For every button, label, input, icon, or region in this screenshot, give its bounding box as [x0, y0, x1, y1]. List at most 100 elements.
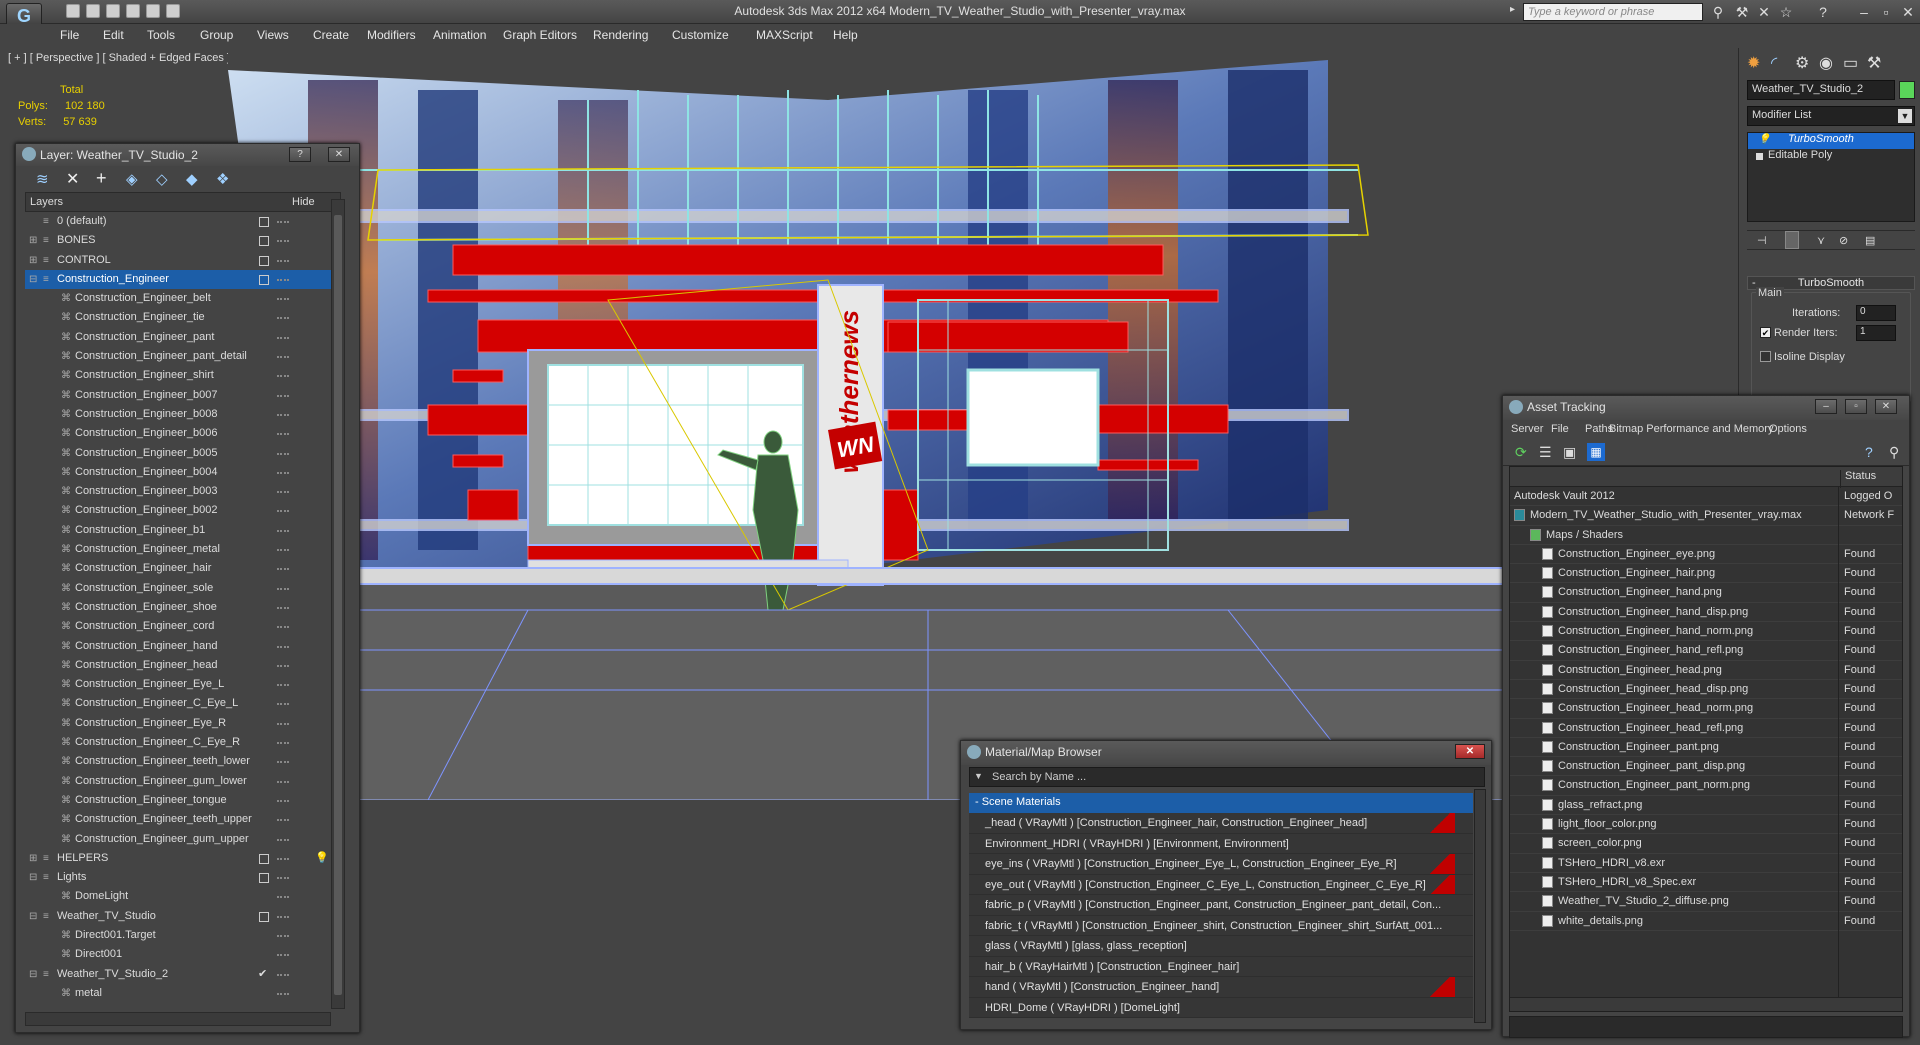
- material-row[interactable]: Environment_HDRI ( VRayHDRI ) [Environme…: [969, 833, 1473, 854]
- render-iters-checkbox[interactable]: ✔: [1760, 327, 1771, 338]
- asset-row[interactable]: Maps / Shaders: [1510, 526, 1902, 545]
- freeze-toggle[interactable]: [277, 433, 289, 436]
- active-layer-check-icon[interactable]: ✔: [258, 965, 267, 984]
- project-folder-icon[interactable]: [166, 4, 180, 18]
- asset-row[interactable]: Construction_Engineer_hair.png Found: [1510, 564, 1902, 584]
- layer-object-row[interactable]: ⌘ Construction_Engineer_tongue: [25, 791, 341, 810]
- freeze-toggle[interactable]: [277, 491, 289, 494]
- menu-tools[interactable]: Tools: [147, 28, 175, 42]
- asset-row[interactable]: Construction_Engineer_head_norm.png Found: [1510, 699, 1902, 719]
- freeze-toggle[interactable]: [277, 336, 289, 339]
- menu-help[interactable]: Help: [833, 28, 858, 42]
- layer-object-row[interactable]: ⌘ metal: [25, 984, 341, 1003]
- layer-object-row[interactable]: ⌘ Construction_Engineer_gum_lower: [25, 772, 341, 791]
- object-name-field[interactable]: Weather_TV_Studio_2: [1747, 80, 1895, 100]
- material-row[interactable]: eye_out ( VRayMtl ) [Construction_Engine…: [969, 874, 1473, 895]
- close-icon[interactable]: ✕: [1875, 399, 1897, 414]
- layer-object-row[interactable]: ⌘ Construction_Engineer_pant: [25, 328, 341, 347]
- layer-object-row[interactable]: ⌘ Construction_Engineer_C_Eye_L: [25, 694, 341, 713]
- menu-rendering[interactable]: Rendering: [593, 28, 648, 42]
- redo-icon[interactable]: [146, 4, 160, 18]
- freeze-toggle[interactable]: [277, 510, 289, 513]
- asset-row[interactable]: Autodesk Vault 2012 Logged O: [1510, 487, 1902, 507]
- freeze-toggle[interactable]: [277, 452, 289, 455]
- favorites-star-icon[interactable]: ☆: [1778, 4, 1794, 20]
- layer-object-row[interactable]: ⌘ Construction_Engineer_b003: [25, 482, 341, 501]
- material-list-vscrollbar[interactable]: [1474, 789, 1486, 1023]
- chevron-down-icon[interactable]: ▼: [1898, 109, 1912, 123]
- close-icon[interactable]: ✕: [1900, 4, 1916, 20]
- freeze-toggle[interactable]: [277, 799, 289, 802]
- freeze-toggle[interactable]: [277, 838, 289, 841]
- collapse-icon[interactable]: ⊟: [29, 907, 37, 926]
- asset-path-field[interactable]: [1509, 1016, 1903, 1038]
- search-input[interactable]: Type a keyword or phrase: [1523, 3, 1703, 21]
- asset-row[interactable]: TSHero_HDRI_v8.exr Found: [1510, 854, 1902, 873]
- layer-row[interactable]: ⊟ ≡ Lights: [25, 868, 341, 887]
- layer-object-row[interactable]: ⌘ Construction_Engineer_b008: [25, 405, 341, 424]
- table-view-icon[interactable]: ▦: [1587, 443, 1605, 461]
- minimize-icon[interactable]: –: [1856, 4, 1872, 20]
- hide-toggle[interactable]: [259, 217, 269, 227]
- asset-row[interactable]: Construction_Engineer_hand_refl.png Found: [1510, 641, 1902, 661]
- asset-list-hscrollbar[interactable]: [1510, 997, 1902, 1011]
- new-file-icon[interactable]: [66, 4, 80, 18]
- material-row[interactable]: eye_ins ( VRayMtl ) [Construction_Engine…: [969, 854, 1473, 875]
- expand-icon[interactable]: ⊞: [29, 251, 37, 270]
- asset-row[interactable]: TSHero_HDRI_v8_Spec.exr Found: [1510, 873, 1902, 893]
- freeze-toggle[interactable]: [277, 722, 289, 725]
- freeze-toggle[interactable]: [277, 549, 289, 552]
- layer-object-row[interactable]: ⌘ Construction_Engineer_sole: [25, 579, 341, 598]
- search-options-chevron-icon[interactable]: ▼: [974, 771, 983, 781]
- material-browser-close-button[interactable]: ✕: [1455, 744, 1485, 759]
- material-row[interactable]: fabric_t ( VRayMtl ) [Construction_Engin…: [969, 915, 1473, 936]
- asset-row[interactable]: light_floor_color.png Found: [1510, 815, 1902, 835]
- layer-object-row[interactable]: ⌘ Construction_Engineer_cord: [25, 617, 341, 636]
- freeze-toggle[interactable]: [277, 568, 289, 571]
- freeze-toggle[interactable]: [277, 298, 289, 301]
- render-iters-spinner[interactable]: 1: [1856, 325, 1896, 341]
- freeze-toggle[interactable]: [277, 934, 289, 937]
- asset-row[interactable]: Modern_TV_Weather_Studio_with_Presenter_…: [1510, 506, 1902, 526]
- freeze-toggle[interactable]: [277, 471, 289, 474]
- layer-object-row[interactable]: ⌘ Construction_Engineer_hand: [25, 637, 341, 656]
- collapse-icon[interactable]: ⊟: [29, 965, 37, 984]
- menu-customize[interactable]: Customize: [672, 28, 729, 42]
- freeze-toggle[interactable]: [277, 356, 289, 359]
- menu-modifiers[interactable]: Modifiers: [367, 28, 416, 42]
- layer-row[interactable]: ⊟ ≡ Weather_TV_Studio_2 ✔: [25, 965, 341, 984]
- menu-file[interactable]: File: [60, 28, 79, 42]
- hide-all-layers-icon[interactable]: ◆: [186, 170, 198, 188]
- freeze-toggle[interactable]: [277, 857, 289, 860]
- asset-row[interactable]: Construction_Engineer_head_disp.png Found: [1510, 680, 1902, 700]
- layer-panel-titlebar[interactable]: Layer: Weather_TV_Studio_2 ? ✕: [16, 144, 359, 166]
- delete-layer-icon[interactable]: ✕: [66, 169, 79, 189]
- asset-menu-server[interactable]: Server: [1511, 423, 1543, 435]
- freeze-toggle[interactable]: [277, 394, 289, 397]
- search-expand-icon[interactable]: ▸: [1510, 4, 1515, 15]
- freeze-all-layers-icon[interactable]: ❖: [216, 170, 229, 188]
- asset-row[interactable]: Construction_Engineer_pant_norm.png Found: [1510, 776, 1902, 796]
- freeze-toggle[interactable]: [277, 645, 289, 648]
- expand-icon[interactable]: ⊞: [29, 231, 37, 250]
- layer-object-row[interactable]: ⌘ Construction_Engineer_Eye_R: [25, 714, 341, 733]
- pin-icon[interactable]: ⚲: [1889, 444, 1899, 461]
- asset-menu-options[interactable]: Options: [1769, 423, 1807, 435]
- stack-item-turbosmooth[interactable]: 💡 TurboSmooth: [1748, 133, 1914, 149]
- material-row[interactable]: _head ( VRayMtl ) [Construction_Engineer…: [969, 813, 1473, 834]
- refresh-icon[interactable]: ⟳: [1515, 444, 1527, 461]
- layer-panel-help-button[interactable]: ?: [289, 147, 311, 162]
- asset-row[interactable]: Construction_Engineer_pant.png Found: [1510, 738, 1902, 758]
- maximize-icon[interactable]: ▫: [1878, 4, 1894, 20]
- asset-row[interactable]: Construction_Engineer_eye.png Found: [1510, 545, 1902, 565]
- asset-tracking-titlebar[interactable]: Asset Tracking – ▫ ✕: [1503, 396, 1909, 420]
- asset-row[interactable]: Construction_Engineer_hand_disp.png Found: [1510, 603, 1902, 623]
- layer-object-row[interactable]: ⌘ Construction_Engineer_b007: [25, 386, 341, 405]
- layer-list-scroll-thumb[interactable]: [334, 215, 342, 995]
- modifier-list-dropdown[interactable]: Modifier List ▼: [1747, 106, 1915, 126]
- help-icon[interactable]: ?: [1815, 4, 1831, 20]
- layer-object-row[interactable]: ⌘ DomeLight: [25, 887, 341, 906]
- add-to-layer-icon[interactable]: +: [96, 168, 107, 189]
- material-browser-titlebar[interactable]: Material/Map Browser ✕: [961, 741, 1491, 765]
- menu-views[interactable]: Views: [257, 28, 289, 42]
